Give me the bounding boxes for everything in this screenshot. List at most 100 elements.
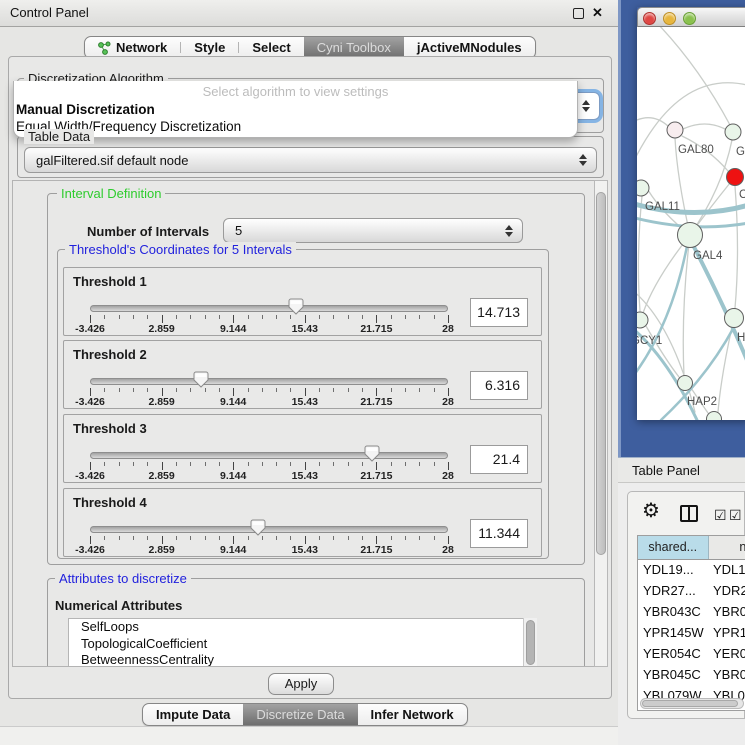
gal11-node[interactable] — [637, 180, 649, 196]
option-manual-discretization[interactable]: Manual Discretization — [16, 102, 155, 117]
table-cell[interactable]: YPR1 — [708, 622, 745, 643]
close-icon[interactable]: ✕ — [592, 5, 603, 21]
slider-tick — [376, 536, 377, 544]
slider-tick — [305, 536, 306, 544]
tab-cyni-toolbox[interactable]: Cyni Toolbox — [304, 37, 404, 58]
table-cell[interactable]: YER0 — [708, 643, 745, 664]
slider-tick — [348, 315, 349, 319]
scrollbar-thumb[interactable] — [526, 620, 535, 665]
gear-icon[interactable]: ⚙ — [642, 498, 660, 523]
scrollbar-thumb[interactable] — [642, 700, 738, 707]
slider-tick — [419, 315, 420, 319]
network-window-titlebar[interactable] — [637, 7, 745, 27]
network-icon — [98, 41, 111, 55]
attribute-list-item[interactable]: BetweennessCentrality — [69, 652, 536, 667]
table-row[interactable]: YER054CYER0 — [638, 643, 745, 664]
top-right-node[interactable] — [725, 124, 741, 140]
tab-infer-network[interactable]: Infer Network — [358, 704, 467, 725]
split-pane-icon[interactable] — [680, 505, 698, 522]
close-traffic-light-icon[interactable] — [643, 12, 656, 25]
main-vertical-scrollbar[interactable] — [594, 180, 608, 667]
slider-tick — [405, 315, 406, 319]
slider-tick — [176, 315, 177, 319]
tab-jactivemnodules[interactable]: jActiveMNodules — [404, 37, 535, 58]
table-row[interactable]: YDR27...YDR2 — [638, 580, 745, 601]
tick-label: 2.859 — [148, 470, 174, 482]
table-cell[interactable]: YDL1 — [708, 559, 745, 580]
slider-thumb[interactable] — [364, 445, 380, 462]
red-node[interactable] — [727, 169, 744, 186]
gcy1-node[interactable] — [637, 312, 648, 328]
table-row[interactable]: YBR045CYBR0 — [638, 664, 745, 685]
number-of-intervals-combobox[interactable]: 5 — [223, 218, 523, 243]
tick-label: 15.43 — [292, 544, 318, 556]
hap2-node[interactable] — [678, 376, 693, 391]
table-cell[interactable]: YDL19... — [638, 559, 708, 580]
combo-stepper-icon[interactable] — [505, 225, 513, 237]
node-label: G — [736, 146, 745, 158]
tab-discretize-data[interactable]: Discretize Data — [243, 704, 357, 725]
table-row[interactable]: YDL19...YDL1 — [638, 559, 745, 580]
table-cell[interactable]: YBR043C — [638, 601, 708, 622]
slider-thumb[interactable] — [250, 519, 266, 536]
control-panel-titlebar: Control Panel ✕ — [0, 0, 618, 27]
zoom-traffic-light-icon[interactable] — [683, 12, 696, 25]
slider-thumb[interactable] — [288, 298, 304, 315]
tab-network[interactable]: Network — [85, 37, 180, 58]
network-edge[interactable] — [643, 235, 690, 313]
slider-tick — [434, 536, 435, 540]
apply-button[interactable]: Apply — [268, 673, 334, 695]
attribute-list-item[interactable]: SelfLoops — [69, 619, 536, 636]
table-row[interactable]: YPR145WYPR1 — [638, 622, 745, 643]
table-cell[interactable]: YER054C — [638, 643, 708, 664]
attribute-list-item[interactable]: TopologicalCoefficient — [69, 636, 536, 653]
column-header-shared-name[interactable]: shared... — [638, 536, 708, 559]
table-cell[interactable]: YBR045C — [638, 664, 708, 685]
checkbox-icon[interactable]: ☑ — [729, 507, 742, 524]
table-row[interactable]: YBR043CYBR0 — [638, 601, 745, 622]
combo-stepper-icon[interactable] — [582, 100, 590, 112]
threshold-value-field[interactable]: 14.713 — [470, 298, 528, 327]
gal80-node[interactable] — [667, 122, 683, 138]
table-cell[interactable]: YDR2 — [708, 580, 745, 601]
threshold-slider[interactable] — [90, 305, 448, 312]
attributes-scrollbar[interactable] — [523, 618, 537, 667]
threshold-value-field[interactable]: 21.4 — [470, 445, 528, 474]
float-window-icon[interactable] — [573, 8, 584, 19]
tab-select[interactable]: Select — [239, 37, 303, 58]
threshold-value-field[interactable]: 6.316 — [470, 371, 528, 400]
table-cell[interactable]: YPR145W — [638, 622, 708, 643]
network-edge[interactable] — [646, 326, 679, 377]
gal4-node[interactable] — [678, 223, 703, 248]
network-edge[interactable] — [718, 327, 732, 412]
minimize-traffic-light-icon[interactable] — [663, 12, 676, 25]
network-edge[interactable] — [638, 196, 642, 311]
slider-tick — [162, 388, 163, 396]
tab-impute-data[interactable]: Impute Data — [143, 704, 243, 725]
threshold-value-field[interactable]: 11.344 — [470, 519, 528, 548]
scrollbar-thumb[interactable] — [596, 192, 606, 555]
table-cell[interactable]: YBR0 — [708, 664, 745, 685]
checkbox-icon[interactable]: ☑ — [714, 507, 727, 524]
tab-label: jActiveMNodules — [417, 40, 522, 55]
network-canvas[interactable]: GAL80GCGAL11GAL4GCY1HHAP2 — [637, 27, 745, 420]
slider-tick — [333, 315, 334, 319]
threshold-slider[interactable] — [90, 526, 448, 533]
slider-thumb[interactable] — [193, 371, 209, 388]
combo-stepper-icon[interactable] — [579, 154, 587, 166]
panel-title: Control Panel — [10, 0, 89, 26]
threshold-slider[interactable] — [90, 378, 448, 385]
threshold-slider[interactable] — [90, 452, 448, 459]
network-edge[interactable] — [735, 186, 738, 308]
right-node[interactable] — [725, 309, 744, 328]
network-edge[interactable] — [637, 118, 668, 126]
column-header-name[interactable]: n... — [708, 536, 745, 559]
table-cell[interactable]: YDR27... — [638, 580, 708, 601]
table-horizontal-scrollbar[interactable] — [640, 698, 744, 709]
table-cell[interactable]: YBR0 — [708, 601, 745, 622]
bottom-node[interactable] — [707, 412, 722, 421]
table-data-combobox[interactable]: galFiltered.sif default node — [24, 147, 597, 173]
tab-style[interactable]: Style — [181, 37, 238, 58]
network-edge[interactable] — [683, 124, 725, 129]
numerical-attributes-list[interactable]: SelfLoopsTopologicalCoefficientBetweenne… — [68, 618, 537, 667]
